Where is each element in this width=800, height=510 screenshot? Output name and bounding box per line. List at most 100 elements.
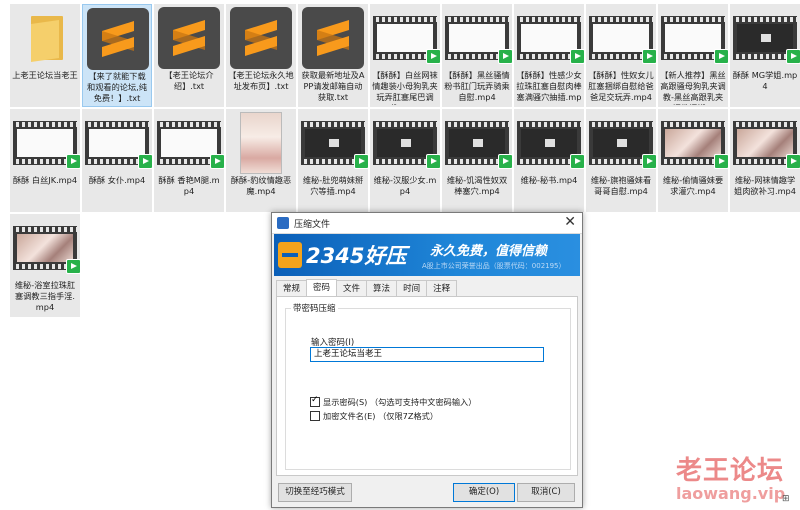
tray-icon: ⊞ [782, 494, 790, 504]
file-item[interactable]: 【老王论坛介绍】.txt [154, 4, 224, 107]
sublime-text-file-icon [229, 7, 293, 69]
password-panel: 带密码压缩 输入密码(I) 显示密码(S) （勾选可支持中文密码输入） 加密文件… [276, 296, 578, 476]
video-file-icon [85, 112, 153, 174]
video-file-icon [373, 112, 441, 174]
close-button[interactable]: ✕ [564, 214, 576, 230]
file-name: 维秘-浴室拉珠肛塞调教三指手淫.mp4 [14, 280, 76, 312]
file-item[interactable]: 酥酥-豹纹情趣恶魔.mp4 [226, 109, 296, 212]
file-name: 酥酥-豹纹情趣恶魔.mp4 [230, 175, 292, 196]
encrypt-names-checkbox[interactable] [310, 411, 320, 421]
banner-logo: 2345好压 [306, 244, 407, 268]
file-name: 获取最新地址及APP请发邮箱自动获取.txt [301, 70, 365, 102]
password-input[interactable] [310, 347, 544, 362]
video-file-icon [589, 7, 657, 69]
haozip-logo-icon [278, 242, 302, 268]
video-file-icon [445, 112, 513, 174]
encrypt-names-row[interactable]: 加密文件名(E) （仅限7Z格式） [310, 410, 438, 422]
video-file-icon [733, 112, 800, 174]
file-name: 【酥酥】白丝网袜情趣装小母狗乳夹玩弄肛塞尾巴调教.mp4 [372, 70, 438, 105]
video-file-icon [661, 112, 729, 174]
show-password-label: 显示密码(S) （勾选可支持中文密码输入） [323, 397, 477, 407]
advanced-mode-button[interactable]: 切换至经巧模式 [278, 483, 352, 502]
file-name: 维秘-偷情骚妹要求灌穴.mp4 [662, 175, 724, 196]
haozip-banner: 2345好压 永久免费，值得信赖 A股上市公司荣誉出品（股票代码：002195） [274, 234, 580, 276]
file-name: 【来了就能下载和观看的论坛,纯免费！】.txt [87, 71, 147, 103]
file-name: 【酥酥】性感少女拉珠肛塞自慰肉棒塞满骚穴抽插.mp4 [516, 70, 582, 105]
file-item[interactable]: 【酥酥】性感少女拉珠肛塞自慰肉棒塞满骚穴抽插.mp4 [514, 4, 585, 107]
file-name: 上老王论坛当老王 [12, 70, 78, 80]
compress-dialog: 压缩文件 ✕ 2345好压 永久免费，值得信赖 A股上市公司荣誉出品（股票代码：… [271, 212, 583, 508]
video-file-icon [661, 7, 729, 69]
video-file-icon [373, 7, 441, 69]
file-name: 维秘-饥渴性奴双棒塞穴.mp4 [446, 175, 508, 196]
site-watermark: 老王论坛 [676, 456, 785, 486]
tab-comment[interactable]: 注释 [426, 280, 458, 297]
sublime-text-file-icon [157, 7, 221, 69]
ok-button[interactable]: 确定(O) [453, 483, 515, 502]
file-item[interactable]: 酥酥 香艳M腿.mp4 [154, 109, 225, 212]
file-item[interactable]: 【来了就能下载和观看的论坛,纯免费！】.txt [82, 4, 152, 107]
encrypt-names-label: 加密文件名(E) （仅限7Z格式） [323, 411, 439, 421]
video-thumbnail-icon [229, 112, 293, 174]
file-item[interactable]: 维秘-网袜情趣学姐肉欲补习.mp4 [730, 109, 800, 212]
dialog-tabs: 常规 密码 文件 算法 时间 注释 [276, 279, 458, 297]
file-name: 【酥酥】黑丝骚情粉书肛门玩弄骑乘自慰.mp4 [444, 70, 510, 102]
tab-password[interactable]: 密码 [306, 279, 338, 297]
video-file-icon [157, 112, 225, 174]
file-item[interactable]: 酥酥 白丝JK.mp4 [10, 109, 81, 212]
tab-algorithm[interactable]: 算法 [366, 280, 398, 297]
file-item[interactable]: 【酥酥】黑丝骚情粉书肛门玩弄骑乘自慰.mp4 [442, 4, 513, 107]
file-item[interactable]: 酥酥 MG学姐.mp4 [730, 4, 800, 107]
sublime-text-file-icon [301, 7, 365, 69]
file-item[interactable]: 维秘-旗袍骚妹看哥哥自慰.mp4 [586, 109, 657, 212]
file-item[interactable]: 【酥酥】性奴女儿肛塞捆绑自慰给爸爸足交玩弄.mp4 [586, 4, 657, 107]
file-name: 维秘-秘书.mp4 [520, 175, 578, 185]
video-file-icon [733, 7, 800, 69]
file-name: 酥酥 白丝JK.mp4 [12, 175, 78, 185]
site-watermark-url: laowang.vip [676, 484, 786, 503]
file-name: 酥酥 MG学姐.mp4 [732, 70, 798, 91]
video-file-icon [13, 112, 81, 174]
file-name: 【新人推荐】黑丝高跟骚母狗乳夹调教-黑丝高跟乳夹调教捆绑... [660, 70, 726, 105]
password-group [285, 308, 571, 470]
file-item[interactable]: 维秘-浴室拉珠肛塞调教三指手淫.mp4 [10, 214, 81, 317]
file-item[interactable]: 维秘-汉服少女.mp4 [370, 109, 441, 212]
video-file-icon [589, 112, 657, 174]
file-name: 【老王论坛介绍】.txt [164, 70, 214, 91]
file-item[interactable]: 【新人推荐】黑丝高跟骚母狗乳夹调教-黑丝高跟乳夹调教捆绑... [658, 4, 729, 107]
file-item[interactable]: 上老王论坛当老王 [10, 4, 80, 107]
dialog-title: 压缩文件 [294, 220, 331, 230]
cancel-button[interactable]: 取消(C) [517, 483, 575, 502]
file-name: 【酥酥】性奴女儿肛塞捆绑自慰给爸爸足交玩弄.mp4 [588, 70, 654, 102]
file-item[interactable]: 维秘-偷情骚妹要求灌穴.mp4 [658, 109, 729, 212]
sublime-text-file-icon [86, 8, 150, 70]
file-name: 维秘-旗袍骚妹看哥哥自慰.mp4 [590, 175, 652, 196]
file-item[interactable]: 【老王论坛永久地址发布页】.txt [226, 4, 296, 107]
file-item[interactable]: 获取最新地址及APP请发邮箱自动获取.txt [298, 4, 368, 107]
show-password-checkbox[interactable] [310, 395, 320, 407]
file-item[interactable]: 酥酥 女仆.mp4 [82, 109, 153, 212]
file-item[interactable]: 【酥酥】白丝网袜情趣装小母狗乳夹玩弄肛塞尾巴调教.mp4 [370, 4, 441, 107]
banner-slogan: 永久免费，值得信赖 [430, 244, 548, 259]
file-name: 酥酥 女仆.mp4 [88, 175, 146, 185]
file-item[interactable]: 维秘-饥渴性奴双棒塞穴.mp4 [442, 109, 513, 212]
show-password-row[interactable]: 显示密码(S) （勾选可支持中文密码输入） [310, 395, 477, 408]
dialog-titlebar: 压缩文件 ✕ [272, 213, 582, 234]
video-file-icon [517, 7, 585, 69]
tab-general[interactable]: 常规 [276, 280, 308, 297]
file-name: 维秘-汉服少女.mp4 [373, 175, 437, 196]
group-label: 带密码压缩 [291, 302, 338, 314]
video-file-icon [445, 7, 513, 69]
tab-files[interactable]: 文件 [336, 280, 368, 297]
folder-icon [13, 7, 77, 69]
file-name: 【老王论坛永久地址发布页】.txt [228, 70, 294, 91]
file-item[interactable]: 维秘-秘书.mp4 [514, 109, 585, 212]
banner-subtitle: A股上市公司荣誉出品（股票代码：002195） [422, 262, 566, 270]
file-name: 酥酥 香艳M腿.mp4 [158, 175, 220, 196]
tab-time[interactable]: 时间 [396, 280, 428, 297]
video-file-icon [13, 217, 81, 279]
video-file-icon [301, 112, 369, 174]
file-item[interactable]: 维秘-肚兜萌妹掰穴等插.mp4 [298, 109, 369, 212]
video-file-icon [517, 112, 585, 174]
file-name: 维秘-网袜情趣学姐肉欲补习.mp4 [734, 175, 796, 196]
